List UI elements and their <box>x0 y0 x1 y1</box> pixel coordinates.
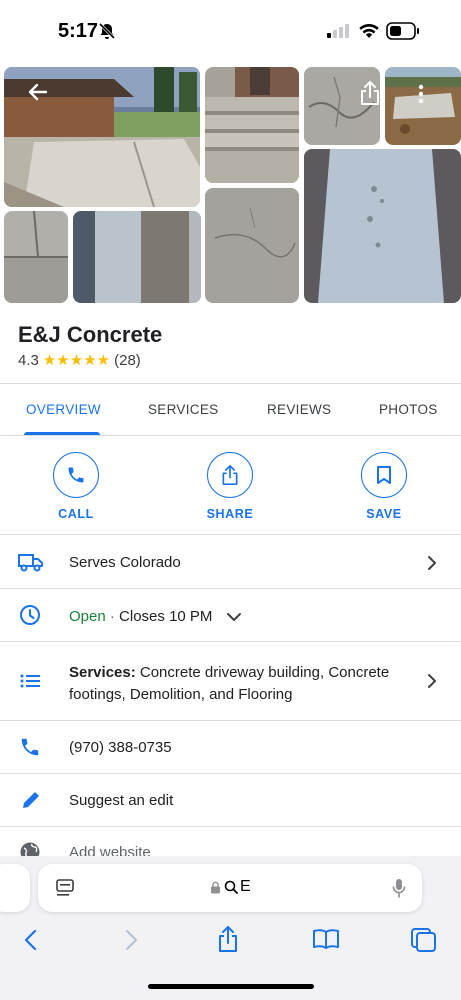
open-status: Open <box>69 608 106 625</box>
tab-reviews[interactable]: REVIEWS <box>267 402 331 417</box>
tab-photos[interactable]: PHOTOS <box>379 402 438 417</box>
reader-icon[interactable] <box>56 879 76 897</box>
status-time: 5:17 <box>58 20 99 42</box>
tab-bar: OVERVIEW SERVICES REVIEWS PHOTOS <box>0 384 461 436</box>
share-icon <box>222 465 238 485</box>
list-icon <box>20 674 40 688</box>
share-icon[interactable] <box>216 925 240 953</box>
lock-icon <box>211 881 220 893</box>
chevron-right-icon <box>428 556 437 570</box>
back-arrow-icon[interactable] <box>26 80 50 104</box>
services-line1: Concrete driveway building, Concrete <box>135 664 390 681</box>
add-website-row[interactable]: Add website <box>0 827 461 862</box>
rating-value: 4.3 <box>18 351 39 369</box>
address-bar[interactable]: E <box>38 864 422 912</box>
suggest-edit-text: Suggest an edit <box>69 792 174 809</box>
service-area-text: Serves Colorado <box>69 554 181 571</box>
tabs-icon[interactable] <box>411 928 437 952</box>
call-circle <box>53 452 99 498</box>
service-area-row[interactable]: Serves Colorado <box>0 535 461 588</box>
photo-walkway-gravel[interactable] <box>73 211 201 303</box>
chevron-down-icon[interactable] <box>226 612 242 622</box>
bookmarks-icon[interactable] <box>312 928 340 950</box>
truck-icon <box>18 554 43 572</box>
call-label: CALL <box>58 507 94 521</box>
bookmark-icon <box>377 466 391 484</box>
save-label: SAVE <box>366 507 402 521</box>
photo-slab-closeup[interactable] <box>205 188 299 303</box>
share-circle <box>207 452 253 498</box>
share-icon[interactable] <box>358 80 382 106</box>
tab-services[interactable]: SERVICES <box>148 402 218 417</box>
forward-icon[interactable] <box>122 928 140 952</box>
bell-slash-icon <box>98 22 116 40</box>
phone-icon <box>68 467 84 483</box>
business-name: E&J Concrete <box>18 322 163 347</box>
photo-slab-joint[interactable] <box>4 211 68 303</box>
photo-crack-slab[interactable] <box>304 67 380 145</box>
tab-overview[interactable]: OVERVIEW <box>26 402 101 417</box>
phone-icon <box>21 738 39 756</box>
services-row[interactable]: Services: Concrete driveway building, Co… <box>0 642 461 720</box>
hours-text: Open · Closes 10 PM <box>69 608 212 625</box>
signal-icon <box>327 24 349 38</box>
clock-icon <box>20 605 40 625</box>
save-button[interactable]: SAVE <box>339 452 429 521</box>
pencil-icon <box>23 792 39 808</box>
more-vertical-icon[interactable] <box>417 84 425 104</box>
back-icon[interactable] <box>22 928 40 952</box>
previous-tab-card[interactable] <box>0 864 30 912</box>
save-circle <box>361 452 407 498</box>
photo-gallery[interactable] <box>0 64 461 306</box>
services-label: Services: <box>69 664 136 681</box>
chevron-right-icon <box>428 674 437 688</box>
suggest-edit-row[interactable]: Suggest an edit <box>0 774 461 826</box>
photo-yard-slab[interactable] <box>385 67 461 145</box>
search-icon <box>224 880 238 894</box>
call-button[interactable]: CALL <box>31 452 121 521</box>
rating-row[interactable]: 4.3 ★★★★★ (28) <box>18 351 141 370</box>
status-bar: 5:17 <box>0 0 461 64</box>
hours-separator: · <box>105 608 120 625</box>
hours-row[interactable]: Open · Closes 10 PM <box>0 589 461 642</box>
divider <box>0 435 461 436</box>
url-text: E <box>240 878 251 895</box>
services-line2: footings, Demolition, and Flooring <box>69 686 293 703</box>
url-display: E <box>210 878 251 896</box>
share-button[interactable]: SHARE <box>185 452 275 521</box>
phone-number: (970) 388-0735 <box>69 739 172 756</box>
wifi-icon <box>359 24 379 38</box>
home-indicator[interactable] <box>148 984 314 989</box>
battery-icon <box>386 22 419 40</box>
microphone-icon[interactable] <box>392 878 406 898</box>
photo-sidewalk[interactable] <box>304 149 461 303</box>
services-text: Services: Concrete driveway building, Co… <box>69 662 409 706</box>
photo-steps[interactable] <box>205 67 299 183</box>
closing-time: Closes 10 PM <box>119 608 213 625</box>
star-rating-icon: ★★★★★ <box>42 352 111 369</box>
share-label: SHARE <box>206 507 254 521</box>
phone-row[interactable]: (970) 388-0735 <box>0 721 461 773</box>
review-count[interactable]: (28) <box>114 352 141 369</box>
